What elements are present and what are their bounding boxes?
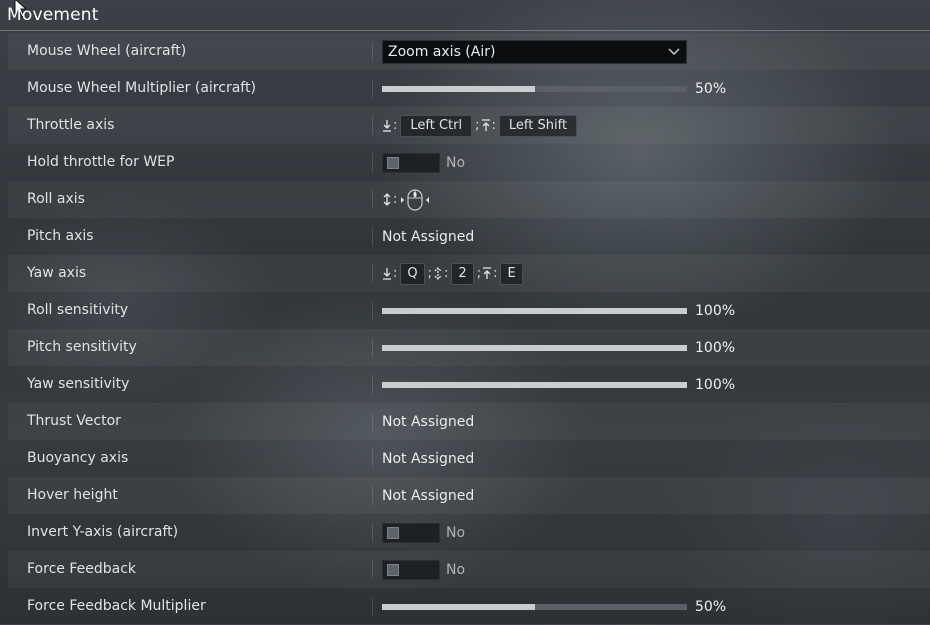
setting-row-force-feedback[interactable]: Force Feedback No <box>8 551 930 588</box>
toggle-value: No <box>446 561 466 578</box>
slider-fill <box>382 307 687 314</box>
setting-label: Mouse Wheel Multiplier (aircraft) <box>27 80 256 96</box>
slider-fill <box>382 85 535 92</box>
chevron-down-icon <box>668 48 680 55</box>
setting-label: Pitch axis <box>27 228 94 244</box>
force-feedback-multiplier-slider[interactable] <box>382 603 687 610</box>
column-divider <box>372 227 373 246</box>
yaw-increase-key[interactable]: E <box>500 262 523 285</box>
setting-label: Thrust Vector <box>27 413 121 429</box>
setting-label: Force Feedback Multiplier <box>27 598 206 614</box>
assignment-value[interactable]: Not Assigned <box>382 414 474 430</box>
arrow-updown-icon <box>383 193 391 206</box>
column-divider <box>372 338 373 357</box>
setting-row-yaw-sensitivity[interactable]: Yaw sensitivity 100% <box>8 366 930 403</box>
assignment-value[interactable]: Not Assigned <box>382 451 474 467</box>
slider-value: 100% <box>695 302 736 319</box>
mouse-wheel-dropdown[interactable]: Zoom axis (Air) <box>382 39 687 64</box>
column-divider <box>372 42 373 61</box>
mouse-wheel-multiplier-slider[interactable] <box>382 85 687 92</box>
setting-label: Hold throttle for WEP <box>27 154 175 170</box>
assignment-value[interactable]: Not Assigned <box>382 229 474 245</box>
setting-label: Buoyancy axis <box>27 450 129 466</box>
setting-label: Roll axis <box>27 191 85 207</box>
section-divider <box>0 30 930 31</box>
arrow-down-bar-icon <box>383 120 391 132</box>
setting-label: Force Feedback <box>27 561 136 577</box>
arrow-up-bar-icon <box>481 119 490 131</box>
setting-label: Yaw sensitivity <box>27 376 130 392</box>
yaw-center-key[interactable]: 2 <box>451 262 474 285</box>
slider-fill <box>382 344 687 351</box>
slider-value: 50% <box>695 80 727 97</box>
column-divider <box>372 597 373 616</box>
column-divider <box>372 79 373 98</box>
setting-label: Pitch sensitivity <box>27 339 137 355</box>
column-divider <box>372 412 373 431</box>
column-divider <box>372 375 373 394</box>
yaw-sensitivity-slider[interactable] <box>382 381 687 388</box>
force-feedback-toggle[interactable] <box>382 559 440 580</box>
column-divider <box>372 264 373 283</box>
setting-label: Throttle axis <box>27 117 115 133</box>
mouse-horizontal-icon[interactable] <box>400 188 430 211</box>
setting-row-invert-y-axis[interactable]: Invert Y-axis (aircraft) No <box>8 514 930 551</box>
throttle-increase-key[interactable]: Left Shift <box>498 114 578 137</box>
yaw-decrease-key[interactable]: Q <box>400 262 425 285</box>
setting-label: Invert Y-axis (aircraft) <box>27 524 179 540</box>
column-divider <box>372 523 373 542</box>
setting-row-mouse-wheel-multiplier[interactable]: Mouse Wheel Multiplier (aircraft) 50% <box>8 70 930 107</box>
setting-label: Roll sensitivity <box>27 302 129 318</box>
dropdown-value: Zoom axis (Air) <box>388 43 496 60</box>
slider-value: 100% <box>695 376 736 393</box>
toggle-knob <box>387 563 399 576</box>
setting-row-thrust-vector[interactable]: Thrust Vector Not Assigned <box>8 403 930 440</box>
invert-y-axis-toggle[interactable] <box>382 522 440 543</box>
arrow-up-bar-icon <box>483 267 492 279</box>
setting-row-pitch-sensitivity[interactable]: Pitch sensitivity 100% <box>8 329 930 366</box>
arrow-down-bar-icon <box>383 268 391 280</box>
toggle-value: No <box>446 154 466 171</box>
column-divider <box>372 560 373 579</box>
setting-row-hover-height[interactable]: Hover height Not Assigned <box>8 477 930 514</box>
slider-value: 50% <box>695 598 727 615</box>
setting-row-throttle-axis[interactable]: Throttle axis : Left Ctrl ; : Left Shift <box>8 107 930 144</box>
arrow-updown-icon <box>434 267 442 280</box>
column-divider <box>372 301 373 320</box>
setting-label: Mouse Wheel (aircraft) <box>27 43 187 59</box>
column-divider <box>372 190 373 209</box>
toggle-knob <box>387 156 399 169</box>
pitch-sensitivity-slider[interactable] <box>382 344 687 351</box>
setting-row-mouse-wheel[interactable]: Mouse Wheel (aircraft) Zoom axis (Air) <box>8 33 930 70</box>
settings-list: Mouse Wheel (aircraft) Zoom axis (Air) M… <box>8 33 930 625</box>
setting-row-buoyancy-axis[interactable]: Buoyancy axis Not Assigned <box>8 440 930 477</box>
throttle-decrease-key[interactable]: Left Ctrl <box>400 114 473 137</box>
column-divider <box>372 486 373 505</box>
setting-row-hold-throttle-wep[interactable]: Hold throttle for WEP No <box>8 144 930 181</box>
column-divider <box>372 449 373 468</box>
setting-row-roll-axis[interactable]: Roll axis : <box>8 181 930 218</box>
column-divider <box>372 153 373 172</box>
setting-row-yaw-axis[interactable]: Yaw axis : Q ; : 2 ; : E <box>8 255 930 292</box>
roll-sensitivity-slider[interactable] <box>382 307 687 314</box>
setting-row-roll-sensitivity[interactable]: Roll sensitivity 100% <box>8 292 930 329</box>
slider-fill <box>382 381 687 388</box>
slider-value: 100% <box>695 339 736 356</box>
hold-throttle-wep-toggle[interactable] <box>382 152 440 173</box>
section-title: Movement <box>7 5 99 25</box>
setting-label: Hover height <box>27 487 118 503</box>
column-divider <box>372 116 373 135</box>
assignment-value[interactable]: Not Assigned <box>382 488 474 504</box>
setting-row-pitch-axis[interactable]: Pitch axis Not Assigned <box>8 218 930 255</box>
toggle-value: No <box>446 524 466 541</box>
setting-row-force-feedback-multiplier[interactable]: Force Feedback Multiplier 50% <box>8 588 930 625</box>
setting-label: Yaw axis <box>27 265 87 281</box>
toggle-knob <box>387 526 399 539</box>
slider-fill <box>382 603 535 610</box>
